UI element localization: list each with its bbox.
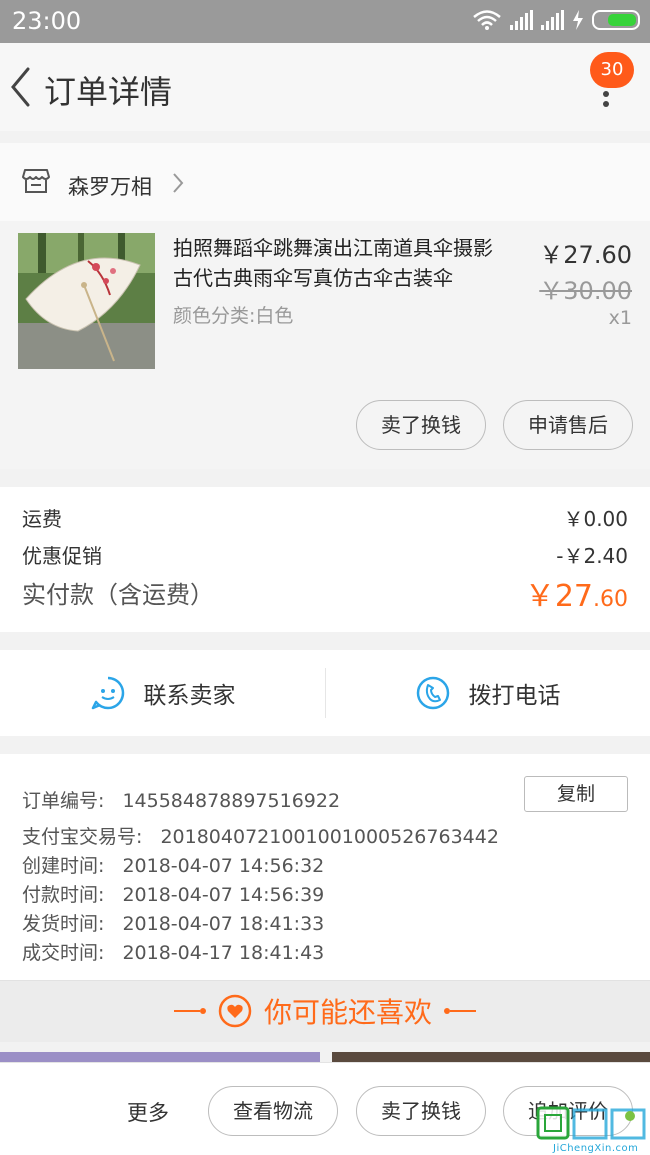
created-row: 创建时间: 2018-04-07 14:56:32 bbox=[22, 851, 324, 878]
signal-icon bbox=[510, 10, 533, 30]
total-currency: ￥ bbox=[524, 579, 555, 614]
shop-name: 森罗万相 bbox=[68, 175, 152, 199]
product-original-price: ￥30.00 bbox=[539, 277, 632, 305]
status-time: 23:00 bbox=[12, 7, 82, 35]
created-time: 2018-04-07 14:56:32 bbox=[122, 855, 325, 877]
left-decor-line bbox=[173, 1008, 206, 1014]
order-info: 订单编号: 145584878897516922 复制 支付宝交易号: 2018… bbox=[0, 754, 650, 980]
shipped-label: 发货时间: bbox=[22, 913, 105, 935]
page-title: 订单详情 bbox=[44, 73, 173, 111]
heart-icon bbox=[218, 994, 252, 1028]
charging-icon bbox=[573, 10, 583, 30]
product-price: ￥27.60 bbox=[539, 241, 632, 269]
sell-button[interactable]: 卖了换钱 bbox=[356, 400, 486, 450]
discount-row: 优惠促销 -￥2.40 bbox=[22, 540, 628, 569]
order-number-row: 订单编号: 145584878897516922 bbox=[22, 786, 340, 813]
recommend-title-wrap: 你可能还喜欢 bbox=[0, 991, 650, 1031]
right-decor-line bbox=[444, 1008, 476, 1014]
product-quantity: x1 bbox=[608, 307, 632, 329]
more-button[interactable]: 更多 bbox=[127, 1097, 169, 1127]
product-item[interactable]: 拍照舞蹈伞跳舞演出江南道具伞摄影 古代古典雨伞写真仿古伞古装伞 颜色分类:白色 … bbox=[0, 221, 650, 469]
sell-button-bottom[interactable]: 卖了换钱 bbox=[356, 1086, 486, 1136]
paid-time: 2018-04-07 14:56:39 bbox=[122, 884, 325, 906]
created-label: 创建时间: bbox=[22, 855, 105, 877]
contact-seller-button[interactable]: 联系卖家 bbox=[0, 650, 325, 736]
total-row: 实付款（含运费） ￥27.60 bbox=[22, 575, 628, 614]
chat-icon bbox=[91, 676, 124, 710]
store-icon bbox=[22, 169, 50, 193]
alipay-row: 支付宝交易号: 2018040721001001000526763442 bbox=[22, 822, 499, 849]
product-title-line: 古代古典雨伞写真仿古伞古装伞 bbox=[173, 266, 453, 290]
discount-label: 优惠促销 bbox=[22, 544, 102, 568]
total-value: ￥27.60 bbox=[525, 571, 628, 615]
call-phone-button[interactable]: 拨打电话 bbox=[325, 650, 650, 736]
shop-header[interactable]: 森罗万相 bbox=[0, 143, 650, 221]
paid-row: 付款时间: 2018-04-07 14:56:39 bbox=[22, 880, 324, 907]
status-icons bbox=[472, 9, 640, 31]
signal-2-icon bbox=[541, 10, 564, 30]
closed-time: 2018-04-17 18:41:43 bbox=[122, 942, 325, 964]
alipay-number: 2018040721001001000526763442 bbox=[160, 826, 499, 848]
product-image[interactable] bbox=[18, 233, 155, 369]
view-logistics-button[interactable]: 查看物流 bbox=[208, 1086, 338, 1136]
recommend-title: 你可能还喜欢 bbox=[263, 996, 432, 1029]
battery-icon bbox=[592, 10, 640, 30]
total-decimal: .60 bbox=[593, 587, 628, 612]
discount-value: -￥2.40 bbox=[556, 544, 628, 568]
phone-icon bbox=[416, 676, 449, 710]
shipped-row: 发货时间: 2018-04-07 18:41:33 bbox=[22, 909, 324, 936]
closed-row: 成交时间: 2018-04-17 18:41:43 bbox=[22, 938, 324, 965]
product-title[interactable]: 拍照舞蹈伞跳舞演出江南道具伞摄影 古代古典雨伞写真仿古伞古装伞 bbox=[173, 233, 528, 293]
shipped-time: 2018-04-07 18:41:33 bbox=[122, 913, 325, 935]
closed-label: 成交时间: bbox=[22, 942, 105, 964]
recommend-item-peek[interactable] bbox=[0, 1052, 320, 1062]
call-phone-label: 拨打电话 bbox=[468, 683, 561, 709]
paid-label: 付款时间: bbox=[22, 884, 105, 906]
shipping-label: 运费 bbox=[22, 507, 62, 531]
watermark-text: JiChengXin.com bbox=[553, 1143, 639, 1154]
shipping-value: ￥0.00 bbox=[563, 507, 628, 531]
back-arrow-icon[interactable] bbox=[8, 65, 32, 109]
order-number: 145584878897516922 bbox=[122, 790, 341, 812]
contact-bar: 联系卖家 拨打电话 bbox=[0, 650, 650, 736]
fee-summary: 运费 ￥0.00 优惠促销 -￥2.40 实付款（含运费） ￥27.60 bbox=[0, 487, 650, 632]
total-integer: 27 bbox=[554, 579, 593, 614]
chevron-right-icon bbox=[173, 173, 184, 193]
contact-seller-label: 联系卖家 bbox=[143, 683, 236, 709]
product-spec: 颜色分类:白色 bbox=[173, 305, 294, 327]
copy-button[interactable]: 复制 bbox=[524, 776, 628, 812]
recommend-item-peek[interactable] bbox=[332, 1052, 650, 1062]
message-count-badge: 30 bbox=[590, 52, 634, 88]
status-bar: 23:00 bbox=[0, 0, 650, 43]
order-number-label: 订单编号: bbox=[22, 790, 105, 812]
shipping-row: 运费 ￥0.00 bbox=[22, 503, 628, 532]
recommend-header: 你可能还喜欢 bbox=[0, 980, 650, 1042]
product-title-line: 拍照舞蹈伞跳舞演出江南道具伞摄影 bbox=[173, 236, 493, 260]
total-label: 实付款（含运费） bbox=[22, 581, 214, 609]
alipay-label: 支付宝交易号: bbox=[22, 826, 143, 848]
wifi-icon bbox=[473, 10, 501, 30]
after-sale-button[interactable]: 申请售后 bbox=[503, 400, 633, 450]
nav-bar: 订单详情 30 bbox=[0, 43, 650, 131]
